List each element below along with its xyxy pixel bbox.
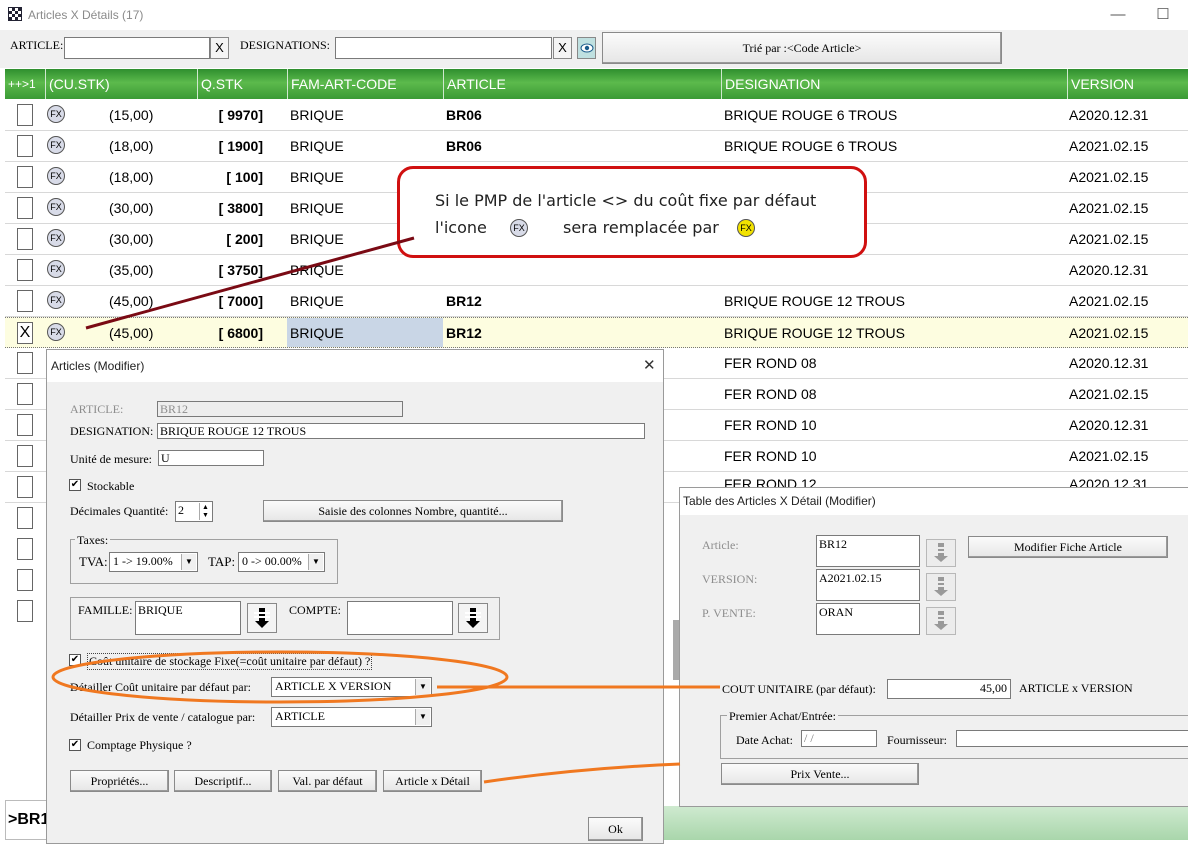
orange-annotations [51, 650, 720, 784]
